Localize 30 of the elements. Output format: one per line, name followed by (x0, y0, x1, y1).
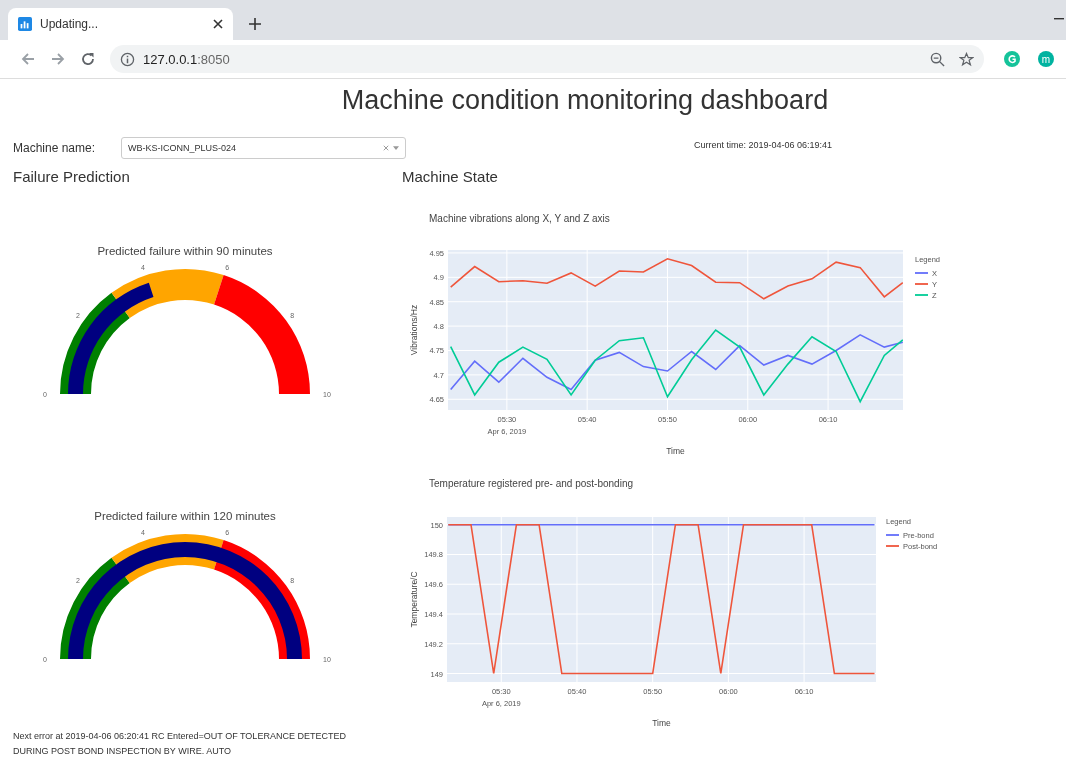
info-icon[interactable] (120, 51, 135, 67)
browser-tab[interactable]: Updating... (8, 8, 233, 40)
caret-icon (393, 146, 399, 150)
minimize-icon[interactable] (1054, 18, 1064, 20)
address-bar[interactable]: 127.0.0.1:8050 (110, 45, 984, 73)
reload-icon[interactable] (80, 51, 96, 67)
gauge-title: Predicted failure within 90 minutes (97, 245, 273, 257)
chart-title: Machine vibrations along X, Y and Z axis (429, 213, 610, 224)
error-message: Next error at 2019-04-06 06:20:41 RC Entered=OUT OF TOLERANCE DETECTED DURING POST BOND INSPECTION BY WIRE. AUTO (13, 730, 347, 758)
new-tab-icon[interactable] (249, 18, 261, 30)
extension-icon[interactable] (1004, 51, 1020, 67)
clear-icon[interactable] (383, 145, 389, 151)
chart-title: Temperature registered pre- and post-bonding (429, 478, 633, 489)
gauge-title: Predicted failure within 120 minutes (94, 510, 276, 522)
star-icon[interactable] (959, 51, 974, 67)
page-title: Machine condition monitoring dashboard (340, 84, 830, 117)
machine-dropdown[interactable]: WB-KS-ICONN_PLUS-024 (121, 137, 406, 159)
back-icon[interactable] (20, 51, 36, 67)
forward-icon[interactable] (50, 51, 66, 67)
y-axis-title: Vibrations/Hz (409, 304, 419, 356)
machine-label: Machine name: (13, 141, 97, 155)
x-axis-title: Time (666, 446, 685, 456)
current-time: Current time: 2019-04-06 06:19:41 (694, 140, 833, 150)
zoom-out-icon[interactable] (930, 51, 945, 67)
y-axis-title: Temperature/C (409, 571, 419, 628)
close-icon[interactable] (213, 19, 223, 29)
chart-icon (18, 17, 32, 31)
section-heading: Failure Prediction (13, 168, 131, 187)
section-heading: Machine State (402, 168, 499, 187)
x-axis-title: Time (652, 718, 671, 728)
